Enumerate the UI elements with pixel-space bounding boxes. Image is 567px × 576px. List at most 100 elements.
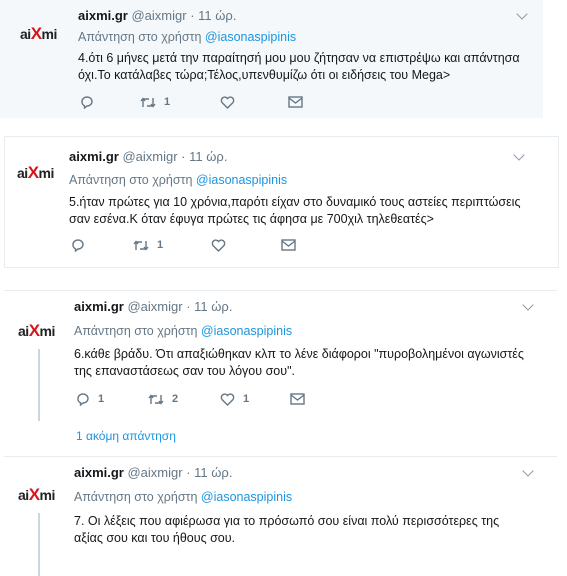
dot-separator: · [190, 8, 195, 23]
tweet-header: aixmi.gr @aixmigr · 11 ώρ. [69, 149, 227, 164]
envelope-icon [290, 393, 305, 405]
like-button[interactable]: 1 [220, 392, 290, 406]
tweet-card-5[interactable]: aiXmi aixmi.gr @aixmigr · 11 ώρ. Απάντησ… [4, 136, 559, 268]
avatar-text-ai: ai [18, 487, 29, 503]
avatar-text-x: X [28, 321, 40, 340]
reply-user-link[interactable]: @iasonaspipinis [196, 173, 287, 187]
tweet-header: aixmi.gr @aixmigr · 11 ώρ. [78, 8, 236, 23]
dot-separator: · [186, 465, 191, 480]
reply-context: Απάντηση στο χρήστη @iasonaspipinis [74, 324, 292, 338]
dot-separator: · [186, 299, 191, 314]
reply-prefix: Απάντηση στο χρήστη [78, 30, 202, 44]
reply-context: Απάντηση στο χρήστη @iasonaspipinis [78, 30, 296, 44]
tweet-card-4[interactable]: aiXmi aixmi.gr @aixmigr · 11 ώρ. Απάντησ… [0, 0, 543, 118]
retweet-button[interactable]: 1 [133, 239, 211, 252]
author-handle[interactable]: @aixmigr [127, 465, 182, 480]
tweet-text-line: σαν εσένα.Κ όταν έφυγα πρώτες τις άφησα … [69, 212, 434, 226]
avatar[interactable]: aiXmi [18, 485, 55, 505]
reply-user-link[interactable]: @iasonaspipinis [201, 324, 292, 338]
retweet-count: 1 [157, 239, 164, 251]
reply-user-link[interactable]: @iasonaspipinis [205, 30, 296, 44]
avatar[interactable]: aiXmi [20, 24, 57, 44]
retweet-icon [133, 239, 149, 251]
reply-count: 1 [98, 393, 105, 405]
author-name[interactable]: aixmi.gr [74, 299, 124, 314]
like-button[interactable] [211, 238, 281, 252]
author-handle[interactable]: @aixmigr [131, 8, 186, 23]
envelope-icon [281, 239, 296, 251]
dm-button[interactable] [290, 393, 305, 405]
heart-icon [220, 392, 235, 406]
avatar-text-mi: mi [39, 487, 56, 503]
avatar-text-x: X [30, 24, 42, 43]
avatar-text-mi: mi [39, 323, 56, 339]
chevron-down-icon[interactable] [522, 299, 534, 311]
heart-icon [220, 95, 235, 109]
dot-separator: · [181, 149, 186, 164]
reply-context: Απάντηση στο χρήστη @iasonaspipinis [74, 490, 292, 504]
avatar[interactable]: aiXmi [18, 321, 55, 341]
chevron-down-icon[interactable] [516, 8, 528, 20]
reply-prefix: Απάντηση στο χρήστη [69, 173, 193, 187]
author-handle[interactable]: @aixmigr [122, 149, 177, 164]
tweet-text-line: της επαναστάσεως σαν του λόγου σου". [74, 364, 295, 378]
author-handle[interactable]: @aixmigr [127, 299, 182, 314]
tweet-actions: 1 [71, 238, 296, 252]
retweet-button[interactable]: 2 [148, 393, 220, 406]
retweet-icon [148, 393, 164, 405]
avatar-text-mi: mi [41, 26, 58, 42]
retweet-button[interactable]: 1 [140, 96, 220, 109]
tweet-card-6[interactable]: aiXmi aixmi.gr @aixmigr · 11 ώρ. Απάντησ… [4, 290, 557, 454]
reply-icon [81, 96, 93, 109]
chevron-down-icon[interactable] [513, 149, 525, 161]
avatar-text-x: X [28, 485, 40, 504]
tweet-time[interactable]: 11 ώρ. [189, 149, 227, 164]
tweet-text: 4.ότι 6 μήνες μετά την παραίτησή μου μου… [78, 50, 538, 84]
retweet-icon [140, 96, 156, 108]
avatar-text-ai: ai [20, 26, 31, 42]
author-name[interactable]: aixmi.gr [69, 149, 119, 164]
avatar[interactable]: aiXmi [17, 163, 54, 183]
author-name[interactable]: aixmi.gr [74, 465, 124, 480]
reply-prefix: Απάντηση στο χρήστη [74, 490, 198, 504]
tweet-actions: 1 2 1 [76, 392, 305, 406]
reply-button[interactable]: 1 [76, 392, 148, 406]
reply-icon [77, 393, 89, 406]
tweet-text-line: 5.ήταν πρώτες για 10 χρόνια,παρότι είχαν… [69, 195, 521, 209]
author-name[interactable]: aixmi.gr [78, 8, 128, 23]
tweet-text: 7. Οι λέξεις που αφιέρωσα για το πρόσωπό… [74, 513, 549, 547]
tweet-text: 5.ήταν πρώτες για 10 χρόνια,παρότι είχαν… [69, 194, 544, 228]
like-button[interactable] [220, 95, 288, 109]
reply-icon [72, 239, 84, 252]
tweet-time[interactable]: 11 ώρ. [194, 299, 232, 314]
show-more-replies-link[interactable]: 1 ακόμη απάντηση [76, 429, 176, 443]
thread-connector [38, 513, 40, 576]
heart-icon [211, 238, 226, 252]
tweet-time[interactable]: 11 ώρ. [194, 465, 232, 480]
reply-context: Απάντηση στο χρήστη @iasonaspipinis [69, 173, 287, 187]
reply-button[interactable] [80, 95, 140, 109]
tweet-text: 6.κάθε βράδυ. Ότι απαξιώθηκαν κλπ το λέν… [74, 346, 549, 380]
dm-button[interactable] [288, 96, 303, 108]
avatar-text-x: X [27, 163, 39, 182]
tweet-text-line: αξίας σου και του ήθους σου. [74, 531, 236, 545]
like-count: 1 [243, 393, 250, 405]
tweet-header: aixmi.gr @aixmigr · 11 ώρ. [74, 465, 232, 480]
tweet-time[interactable]: 11 ώρ. [198, 8, 236, 23]
tweet-text-line: 7. Οι λέξεις που αφιέρωσα για το πρόσωπό… [74, 514, 500, 528]
retweet-count: 2 [172, 393, 179, 405]
avatar-text-ai: ai [18, 323, 29, 339]
avatar-text-ai: ai [17, 165, 28, 181]
tweet-text-line: 6.κάθε βράδυ. Ότι απαξιώθηκαν κλπ το λέν… [74, 347, 524, 361]
tweet-text-line: όχι.Το κατάλαβες τώρα;Τέλος,υπενθυμίζω ό… [78, 68, 451, 82]
dm-button[interactable] [281, 239, 296, 251]
tweet-card-7[interactable]: aiXmi aixmi.gr @aixmigr · 11 ώρ. Απάντησ… [4, 456, 557, 576]
thread-connector [38, 349, 40, 421]
tweet-header: aixmi.gr @aixmigr · 11 ώρ. [74, 299, 232, 314]
retweet-count: 1 [164, 96, 171, 108]
envelope-icon [288, 96, 303, 108]
reply-button[interactable] [71, 238, 133, 252]
tweet-text-line: 4.ότι 6 μήνες μετά την παραίτησή μου μου… [78, 51, 520, 65]
reply-user-link[interactable]: @iasonaspipinis [201, 490, 292, 504]
chevron-down-icon[interactable] [522, 465, 534, 477]
